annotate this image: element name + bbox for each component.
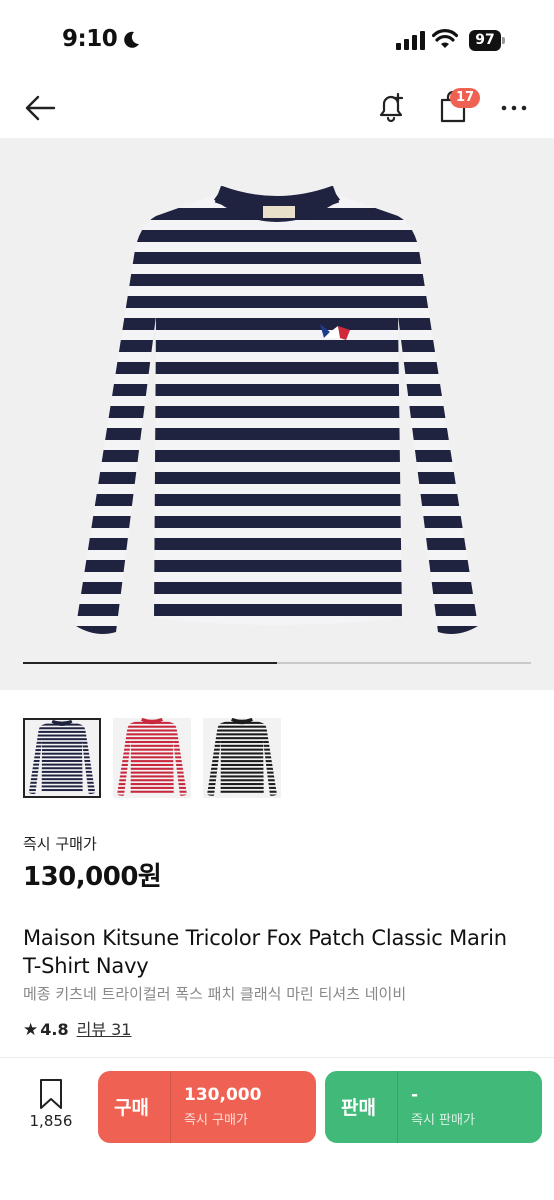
rating-row: ★ 4.8 리뷰 31 — [23, 1016, 131, 1040]
back-arrow-icon[interactable] — [22, 90, 58, 126]
thumbnail-black[interactable] — [203, 718, 281, 798]
status-bar: 9:10 97 — [0, 0, 554, 80]
battery-level: 97 — [469, 30, 501, 51]
thumbnail-red[interactable] — [113, 718, 191, 798]
sell-sublabel: 즉시 판매가 — [411, 1113, 475, 1128]
more-options-icon[interactable] — [500, 94, 528, 122]
price-label: 즉시 구매가 — [23, 835, 97, 853]
sell-price: - — [411, 1085, 419, 1105]
battery-icon: 97 — [469, 30, 505, 51]
bookmark-button[interactable]: 1,856 — [22, 1078, 80, 1138]
status-time: 9:10 — [62, 26, 118, 52]
cellular-signal-icon — [396, 31, 425, 50]
buy-button[interactable]: 구매 130,000 즉시 구매가 — [98, 1071, 316, 1143]
buy-sublabel: 즉시 구매가 — [184, 1113, 248, 1128]
sell-button[interactable]: 판매 - 즉시 판매가 — [325, 1071, 542, 1143]
review-link[interactable]: 리뷰 31 — [77, 1020, 132, 1039]
buy-price: 130,000 — [184, 1085, 262, 1105]
buy-label: 구매 — [114, 1097, 149, 1119]
star-icon: ★ — [23, 1020, 39, 1040]
image-pager-progress — [23, 662, 277, 664]
product-image — [76, 186, 478, 634]
product-image-carousel[interactable] — [0, 138, 554, 690]
rating-score: 4.8 — [40, 1020, 69, 1039]
price: 130,000원 — [23, 862, 162, 892]
cart-count-badge: 17 — [450, 88, 480, 108]
thumbnail-navy[interactable] — [23, 718, 101, 798]
bookmark-count: 1,856 — [29, 1112, 73, 1130]
notification-add-icon[interactable] — [374, 89, 408, 125]
divider — [0, 1057, 554, 1058]
bookmark-icon — [40, 1079, 62, 1109]
wifi-icon — [432, 29, 458, 48]
moon-icon — [124, 31, 139, 48]
sell-label: 판매 — [341, 1097, 376, 1119]
image-pager — [23, 662, 531, 664]
product-title-ko: 메종 키츠네 트라이컬러 폭스 패치 클래식 마린 티셔츠 네이비 — [23, 985, 407, 1003]
product-title-en: Maison Kitsune Tricolor Fox Patch Classi… — [23, 926, 507, 978]
